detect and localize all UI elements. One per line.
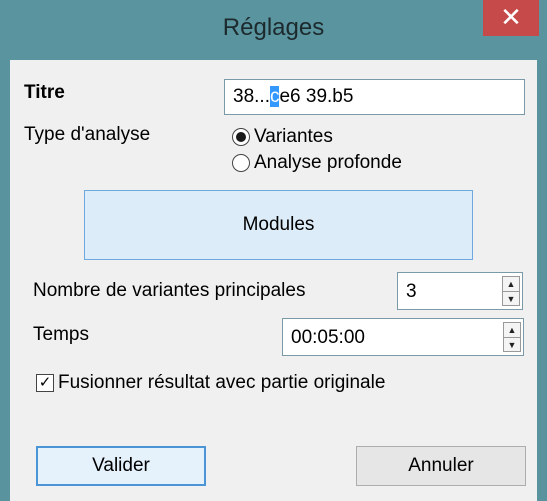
title-bar[interactable]: Réglages ✕ bbox=[0, 0, 547, 60]
modules-button-label: Modules bbox=[242, 214, 315, 235]
radio-checked-icon bbox=[232, 128, 250, 146]
spin-down-icon[interactable]: ▼ bbox=[504, 337, 520, 352]
title-label: Titre bbox=[24, 82, 65, 103]
settings-dialog: Réglages ✕ Titre 38...ce6 39.b5 Type d'a… bbox=[0, 0, 547, 501]
spinner-arrows[interactable]: ▲ ▼ bbox=[503, 322, 521, 352]
cancel-button-label: Annuler bbox=[408, 455, 474, 476]
spin-down-icon[interactable]: ▼ bbox=[503, 291, 519, 306]
title-text-after: e6 39.b5 bbox=[279, 86, 354, 107]
radio-analyse-profonde-label: Analyse profonde bbox=[254, 152, 402, 173]
time-label: Temps bbox=[33, 324, 89, 345]
dialog-title: Réglages bbox=[222, 14, 325, 41]
close-icon: ✕ bbox=[500, 2, 522, 32]
spinner-arrows[interactable]: ▲ ▼ bbox=[502, 276, 520, 306]
close-button[interactable]: ✕ bbox=[483, 0, 539, 36]
analysis-type-label: Type d'analyse bbox=[24, 124, 151, 145]
spin-up-icon[interactable]: ▲ bbox=[503, 277, 519, 291]
time-value: 00:05:00 bbox=[291, 327, 365, 348]
merge-checkbox[interactable]: ✓ Fusionner résultat avec partie origina… bbox=[36, 372, 385, 394]
main-variants-label: Nombre de variantes principales bbox=[33, 280, 306, 301]
radio-variantes-label: Variantes bbox=[254, 126, 333, 147]
main-variants-value: 3 bbox=[406, 281, 417, 302]
title-input[interactable]: 38...ce6 39.b5 bbox=[224, 79, 525, 115]
dialog-body: Titre 38...ce6 39.b5 Type d'analyse Vari… bbox=[10, 60, 537, 501]
radio-unchecked-icon bbox=[232, 154, 250, 172]
modules-button[interactable]: Modules bbox=[84, 190, 473, 260]
ok-button-label: Valider bbox=[92, 455, 150, 476]
spin-up-icon[interactable]: ▲ bbox=[504, 323, 520, 337]
cancel-button[interactable]: Annuler bbox=[356, 446, 526, 486]
time-spinner[interactable]: 00:05:00 ▲ ▼ bbox=[282, 318, 524, 356]
title-text-before: 38... bbox=[233, 86, 270, 107]
radio-analyse-profonde[interactable]: Analyse profonde bbox=[232, 152, 402, 174]
main-variants-spinner[interactable]: 3 ▲ ▼ bbox=[397, 272, 523, 310]
radio-variantes[interactable]: Variantes bbox=[232, 126, 333, 148]
checkmark-icon: ✓ bbox=[36, 374, 54, 392]
ok-button[interactable]: Valider bbox=[36, 446, 206, 486]
merge-label: Fusionner résultat avec partie originale bbox=[58, 372, 386, 393]
